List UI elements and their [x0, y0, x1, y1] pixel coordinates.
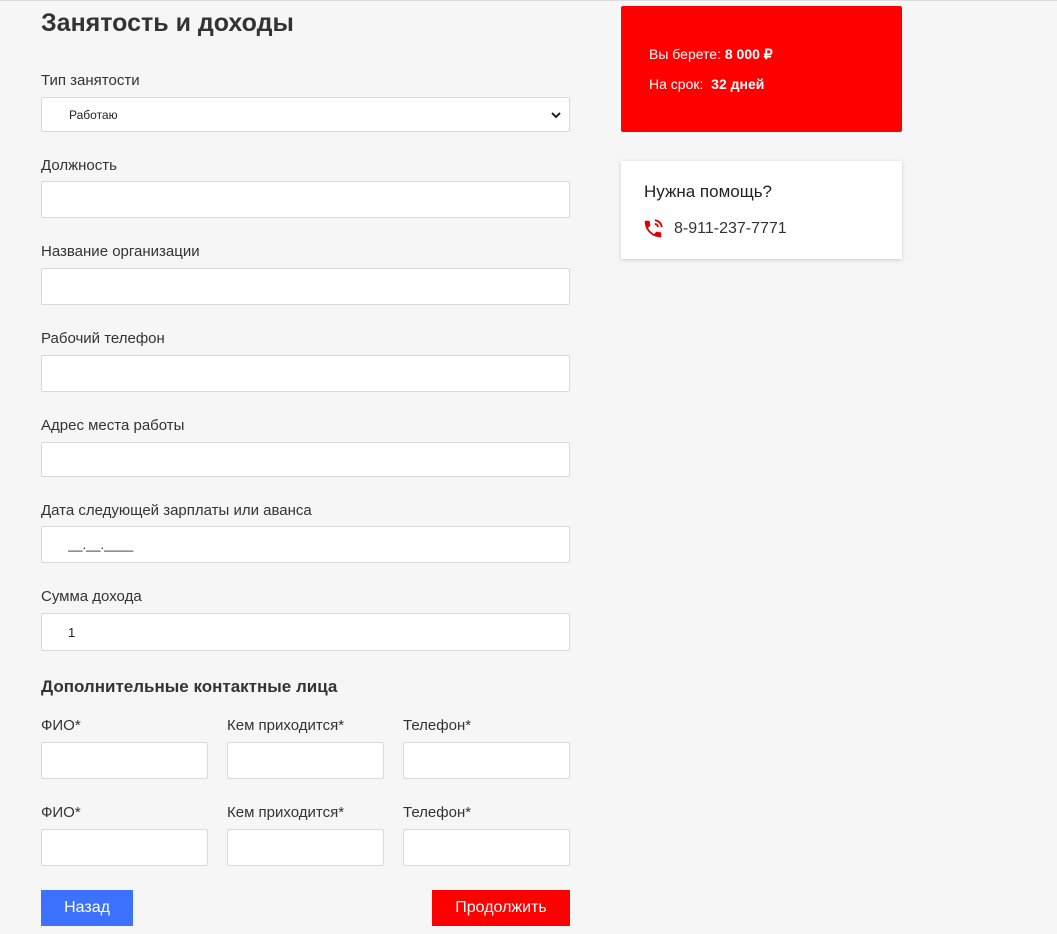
salary-date-input[interactable]	[41, 526, 570, 563]
contacts-section-title: Дополнительные контактные лица	[41, 677, 338, 696]
work-address-label: Адрес места работы	[41, 417, 185, 434]
organization-input[interactable]	[41, 268, 570, 305]
loan-amount-row: Вы берете: 8 000 ₽	[649, 46, 773, 63]
employment-type-label: Тип занятости	[41, 72, 140, 89]
contact-relation-label: Кем приходится*	[227, 717, 345, 734]
contact-relation-label: Кем приходится*	[227, 804, 345, 821]
organization-label: Название организации	[41, 243, 200, 260]
contact-name-input[interactable]	[41, 829, 208, 866]
phone-icon	[644, 219, 663, 238]
back-button[interactable]: Назад	[41, 890, 133, 926]
contact-phone-label: Телефон*	[403, 717, 472, 734]
employment-type-select[interactable]: Работаю	[41, 97, 570, 132]
contact-phone-input[interactable]	[403, 742, 570, 779]
salary-date-label: Дата следующей зарплаты или аванса	[41, 502, 312, 519]
contact-relation-input[interactable]	[227, 829, 384, 866]
income-label: Сумма дохода	[41, 588, 142, 605]
employment-type-value: Работаю	[69, 107, 118, 122]
work-address-input[interactable]	[41, 442, 570, 477]
position-label: Должность	[41, 157, 117, 174]
contact-name-label: ФИО*	[41, 804, 81, 821]
contact-phone-input[interactable]	[403, 829, 570, 866]
position-input[interactable]	[41, 181, 570, 218]
loan-amount-value: 8 000 ₽	[724, 46, 773, 62]
work-phone-input[interactable]	[41, 355, 570, 392]
help-phone-number: 8-911-237-7771	[674, 220, 787, 237]
loan-term-value: 32 дней	[711, 76, 765, 92]
loan-term-label: На срок:	[649, 76, 704, 92]
contact-phone-label: Телефон*	[403, 804, 472, 821]
income-input[interactable]	[41, 613, 570, 651]
help-phone-link[interactable]: 8-911-237-7771	[642, 218, 787, 240]
contact-name-label: ФИО*	[41, 717, 81, 734]
contact-name-input[interactable]	[41, 742, 208, 779]
page-title: Занятость и доходы	[41, 9, 294, 37]
loan-term-row: На срок: 32 дней	[649, 76, 764, 92]
work-phone-label: Рабочий телефон	[41, 330, 165, 347]
continue-button[interactable]: Продолжить	[432, 890, 570, 926]
help-card: Нужна помощь? 8-911-237-7771	[621, 161, 902, 259]
help-title: Нужна помощь?	[644, 182, 773, 201]
contact-relation-input[interactable]	[227, 742, 384, 779]
loan-summary-card: Вы берете: 8 000 ₽ На срок: 32 дней	[621, 6, 902, 132]
chevron-down-icon	[551, 112, 561, 119]
loan-amount-label: Вы берете:	[649, 46, 721, 62]
